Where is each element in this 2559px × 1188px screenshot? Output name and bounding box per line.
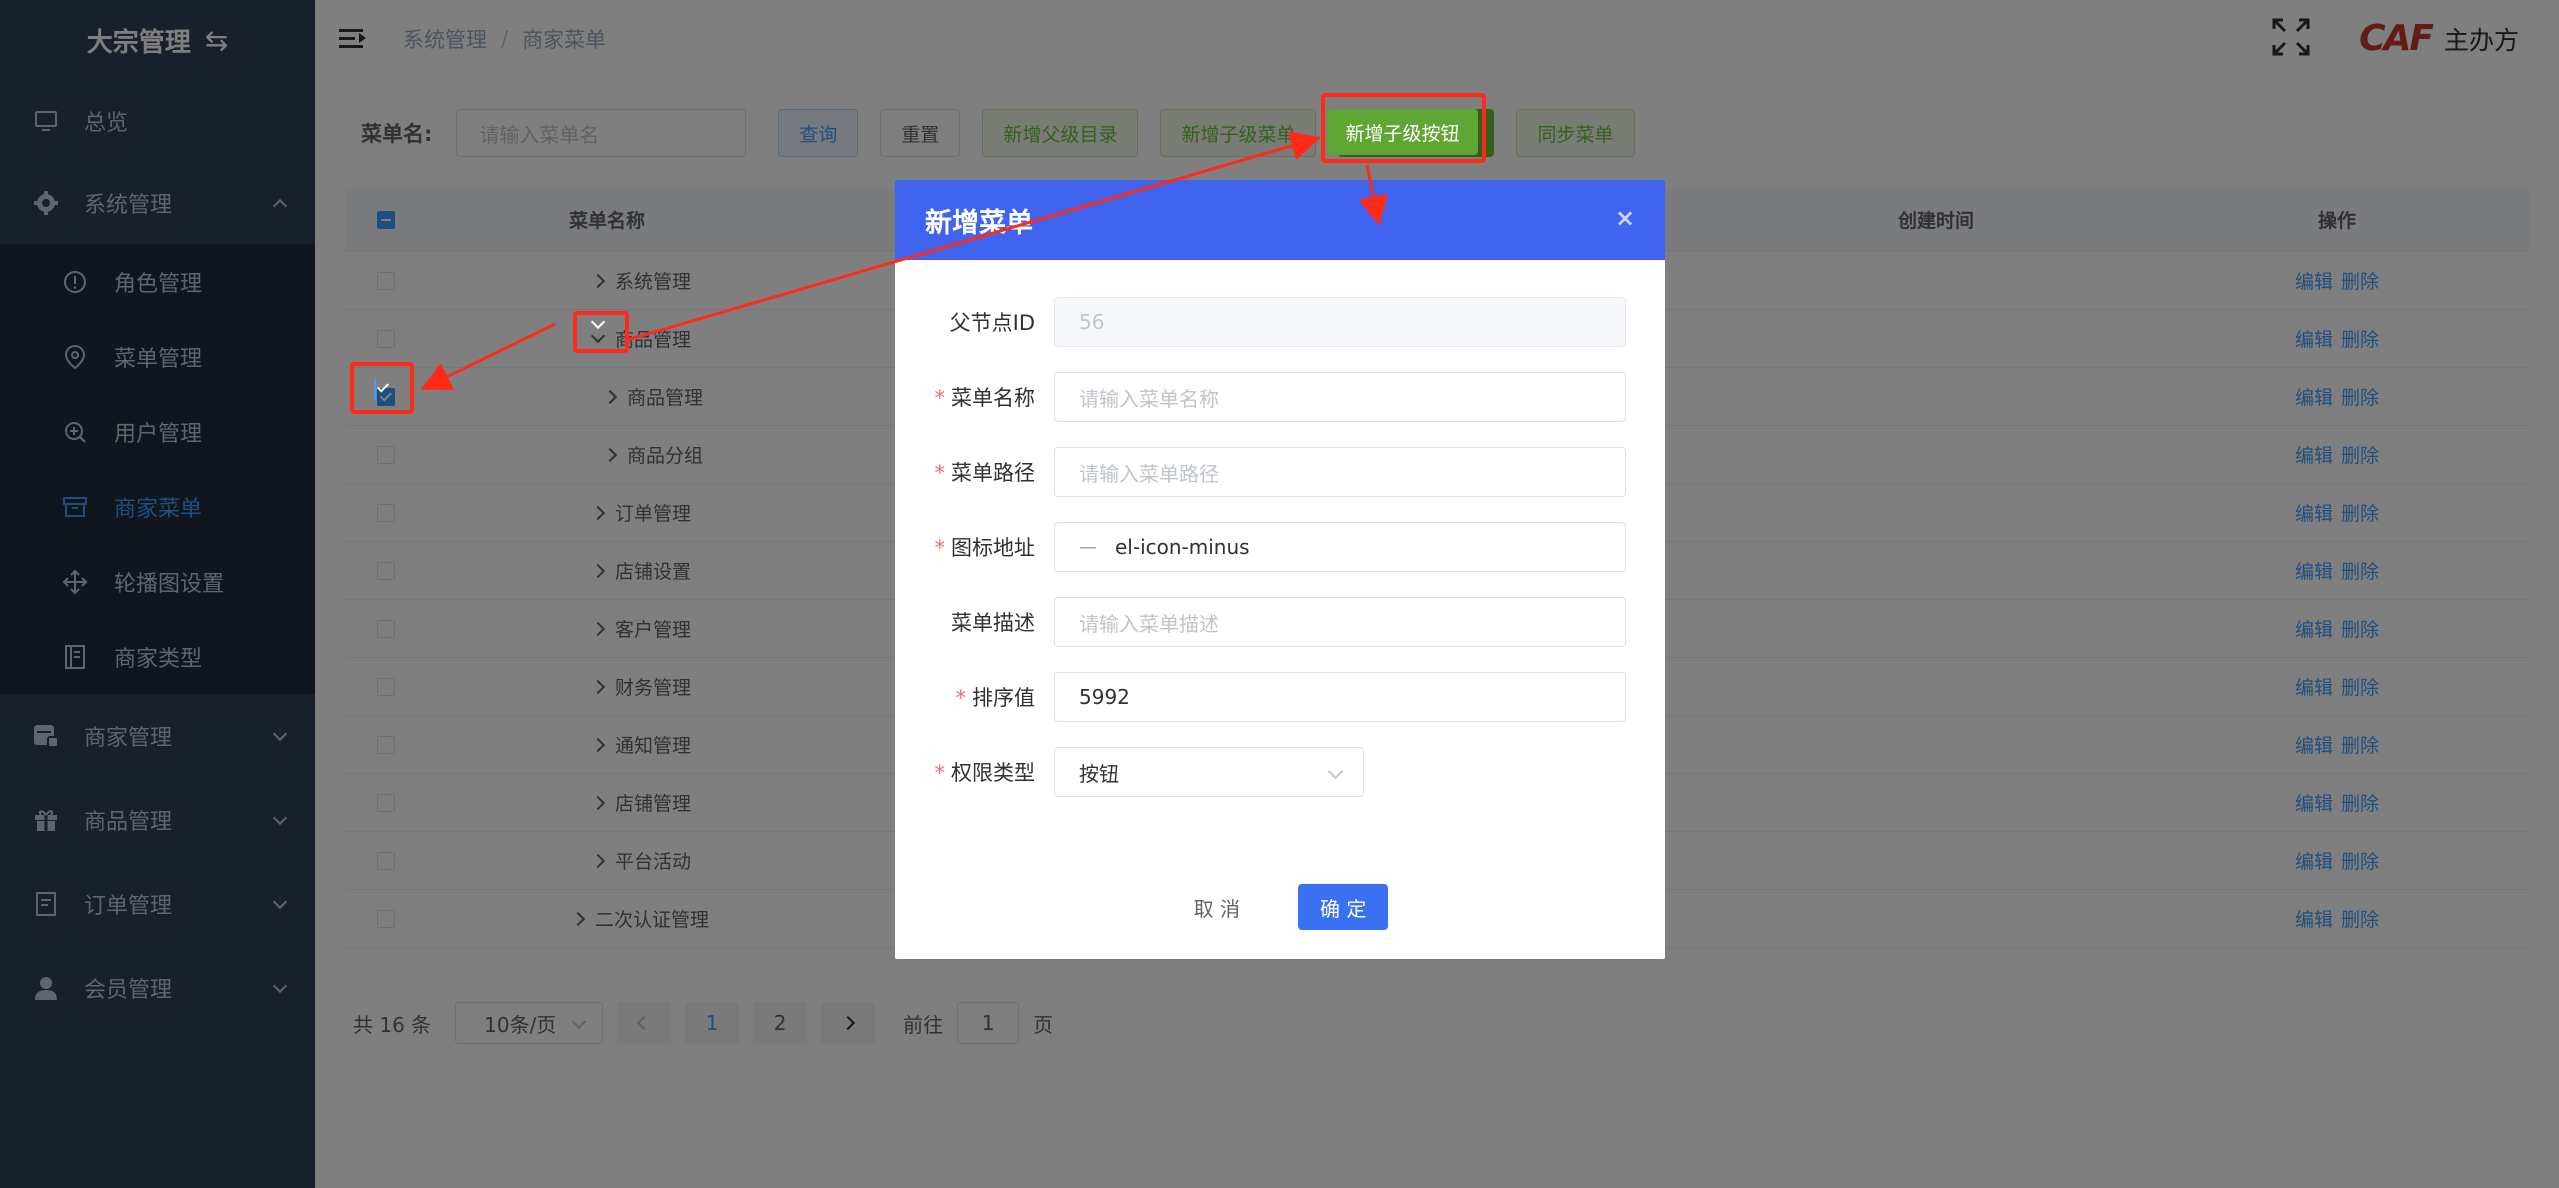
annotation-arrows [420, 131, 1389, 390]
arrow-line [626, 131, 1321, 342]
arrow-line [1358, 164, 1389, 226]
arrow-line [420, 322, 556, 390]
